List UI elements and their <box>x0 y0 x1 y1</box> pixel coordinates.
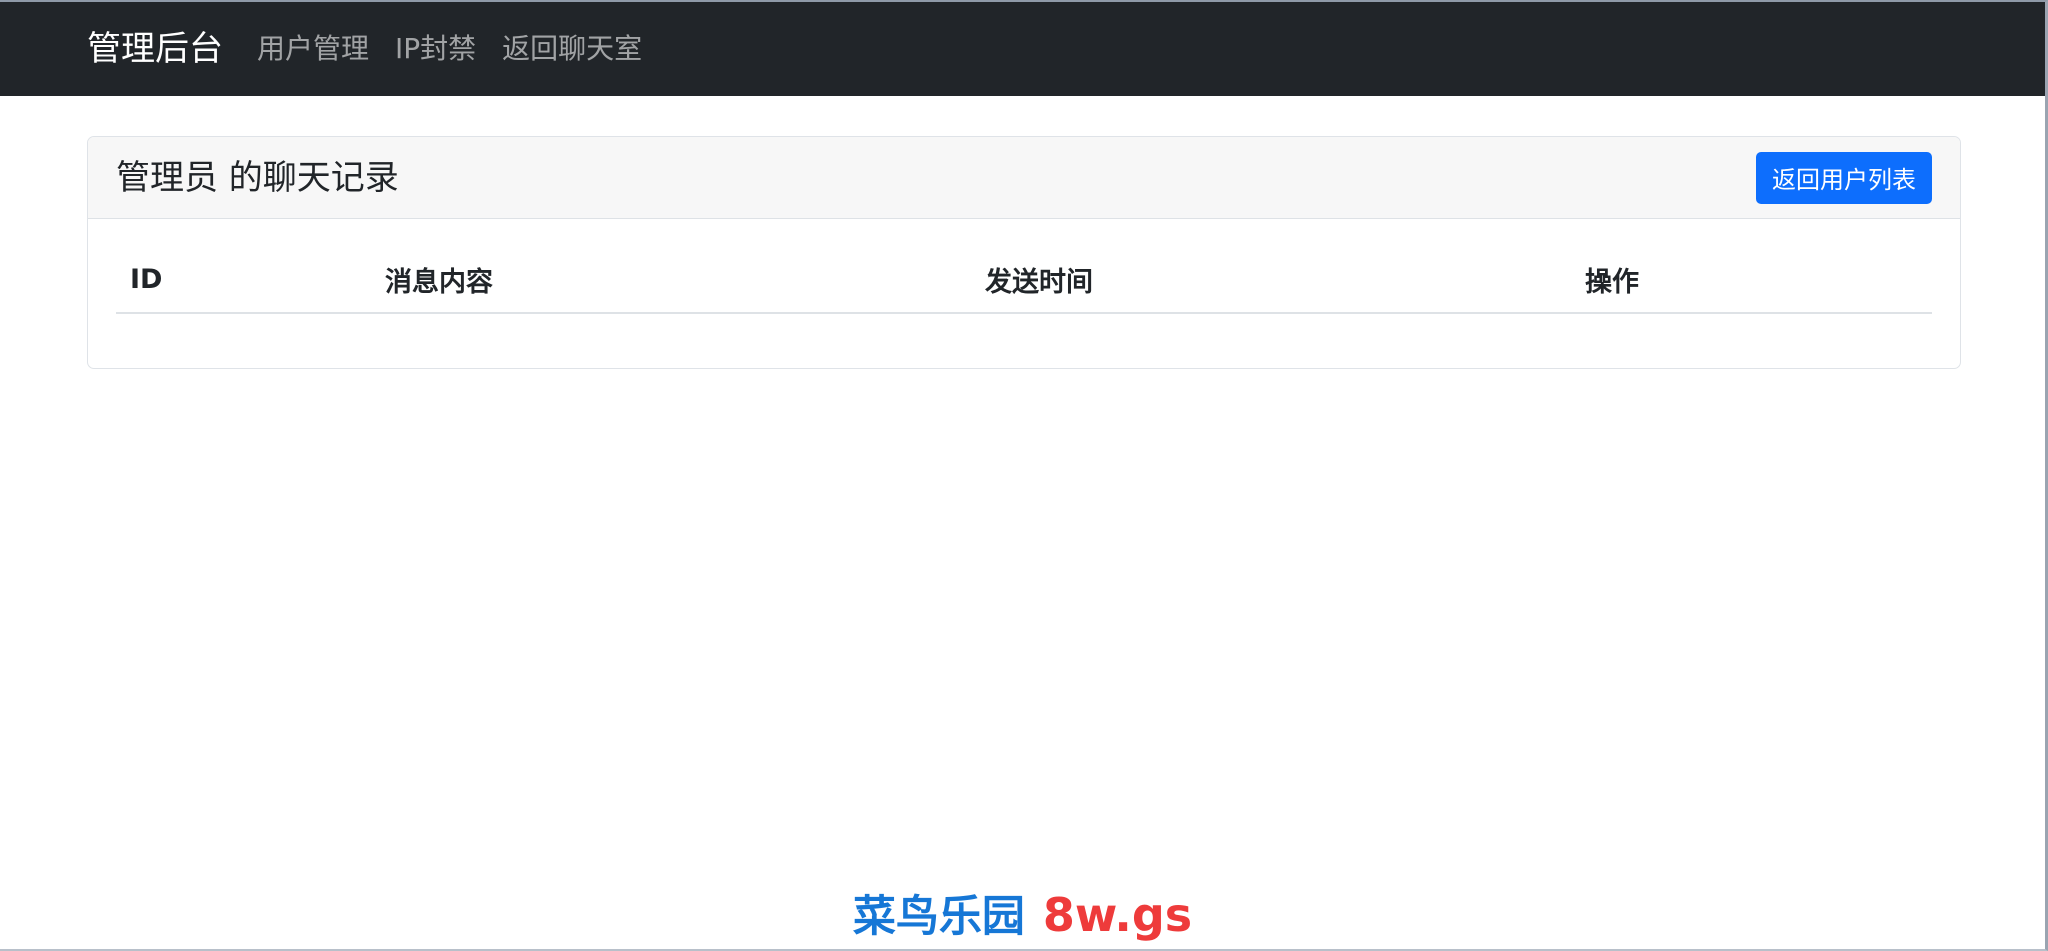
nav-link-back-to-chatroom[interactable]: 返回聊天室 <box>502 35 642 63</box>
brand-link[interactable]: 管理后台 <box>87 32 223 66</box>
column-header-id: ID <box>116 247 371 314</box>
column-header-message-content: 消息内容 <box>371 247 971 314</box>
watermark-site-text: 8w.gs <box>1042 888 1193 942</box>
chat-records-table: ID 消息内容 发送时间 操作 <box>116 247 1932 314</box>
column-header-actions: 操作 <box>1571 247 1932 314</box>
nav-links: 用户管理 IP封禁 返回聊天室 <box>257 35 668 63</box>
top-navbar: 管理后台 用户管理 IP封禁 返回聊天室 <box>0 2 2045 96</box>
back-to-user-list-button[interactable]: 返回用户列表 <box>1756 151 1932 204</box>
table-head: ID 消息内容 发送时间 操作 <box>116 247 1932 314</box>
card-body: ID 消息内容 发送时间 操作 <box>88 219 1960 314</box>
nav-link-user-management[interactable]: 用户管理 <box>257 35 369 63</box>
page: 管理后台 用户管理 IP封禁 返回聊天室 管理员 的聊天记录 返回用户列表 ID… <box>0 0 2048 951</box>
table-header-row: ID 消息内容 发送时间 操作 <box>116 247 1932 314</box>
column-header-send-time: 发送时间 <box>971 247 1571 314</box>
nav-link-ip-ban[interactable]: IP封禁 <box>395 35 476 63</box>
watermark-chinese-text: 菜鸟乐园 <box>852 892 1025 942</box>
card-header: 管理员 的聊天记录 返回用户列表 <box>88 137 1960 219</box>
page-title: 管理员 的聊天记录 <box>116 157 399 198</box>
chat-records-card: 管理员 的聊天记录 返回用户列表 ID 消息内容 发送时间 操作 <box>87 136 1961 369</box>
watermark: 菜鸟乐园 8w.gs <box>0 892 2045 939</box>
